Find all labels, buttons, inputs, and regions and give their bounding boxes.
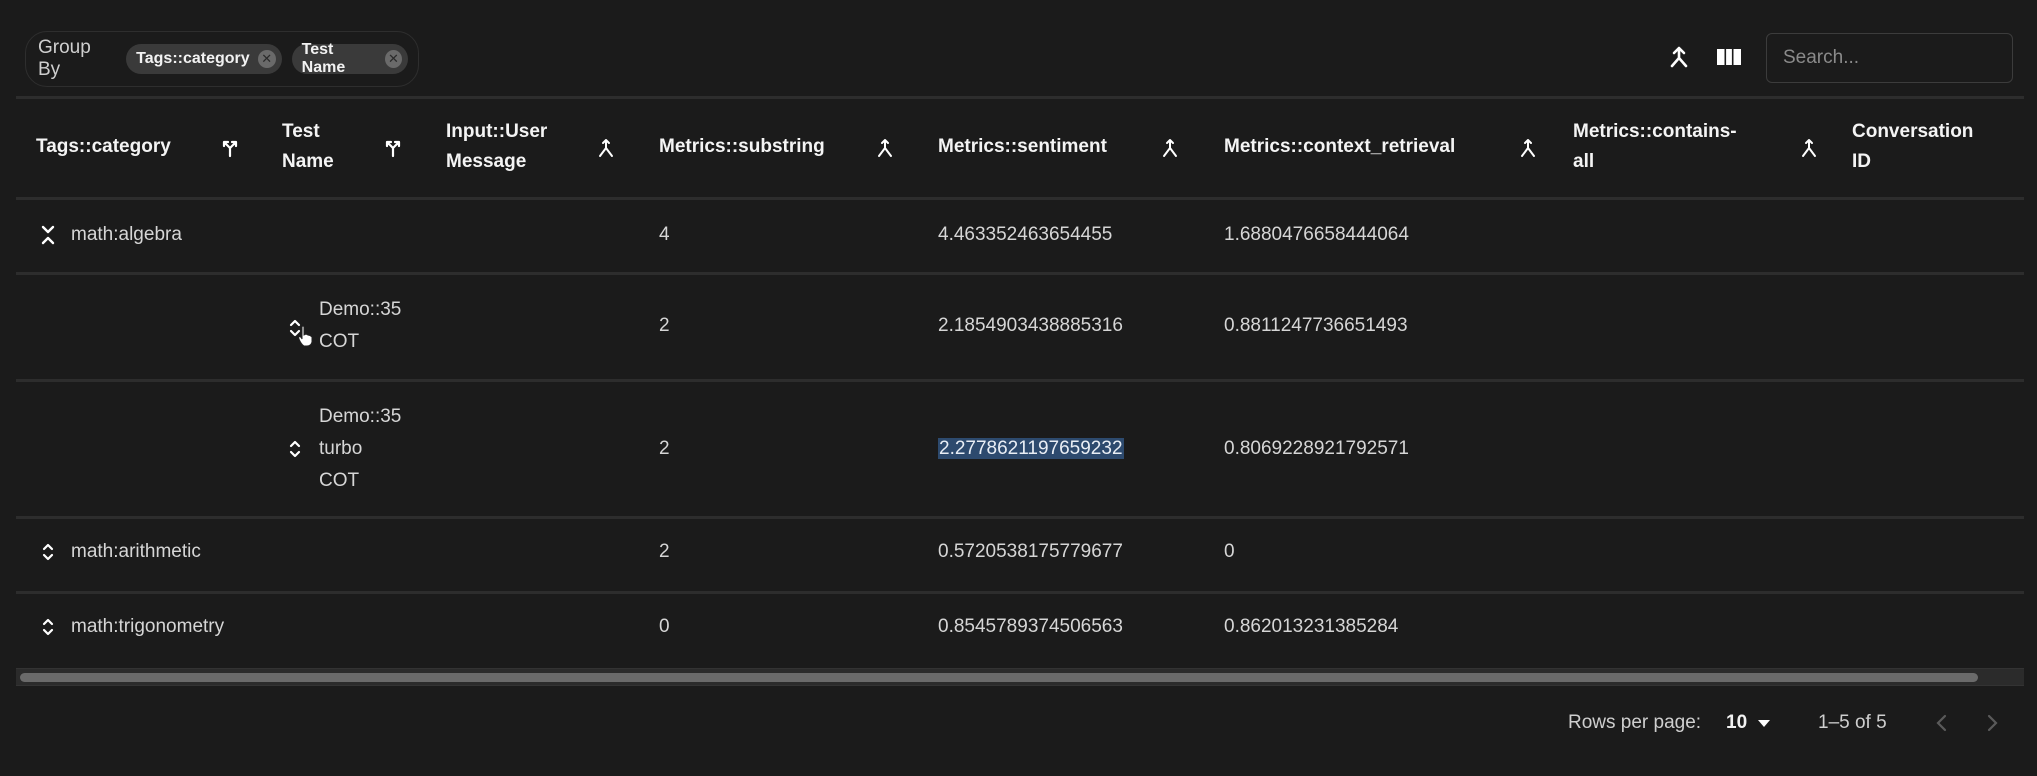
divider <box>16 96 2024 99</box>
header-label: Tags::category <box>36 136 171 157</box>
group-icon[interactable] <box>875 138 895 158</box>
column-header-metrics-substring[interactable]: Metrics::substring <box>659 132 825 162</box>
cell-sentiment: 4.463352463654455 <box>938 224 1113 245</box>
column-header-test-name[interactable]: Test Name <box>282 117 334 177</box>
cell-context-retrieval: 0.8811247736651493 <box>1224 315 1408 336</box>
group-value-line: Demo::35 <box>319 406 402 427</box>
group-value: math:trigonometry <box>71 616 225 637</box>
cell-substring: 2 <box>659 315 670 336</box>
group-by-chip-tags-category[interactable]: Tags::category ✕ <box>126 44 282 74</box>
cell-substring: 0 <box>659 616 670 637</box>
divider <box>16 272 2024 275</box>
column-header-tags-category[interactable]: Tags::category <box>36 132 171 162</box>
divider <box>16 197 2024 200</box>
header-label: Test <box>282 121 320 142</box>
cell-sentiment: 2.2778621197659232 <box>938 433 1124 465</box>
remove-chip-icon[interactable]: ✕ <box>385 50 402 68</box>
collapse-icon[interactable] <box>40 224 56 246</box>
expand-icon[interactable] <box>40 616 56 638</box>
group-icon[interactable] <box>1160 138 1180 158</box>
next-page-button[interactable] <box>1985 705 1999 741</box>
horizontal-scrollbar[interactable] <box>16 668 2024 686</box>
toolbar: Group By Tags::category ✕ Test Name ✕ <box>0 0 2037 96</box>
ungroup-icon[interactable] <box>383 138 403 158</box>
group-by-bar: Group By Tags::category ✕ Test Name ✕ <box>25 31 419 87</box>
group-by-chip-test-name[interactable]: Test Name ✕ <box>291 41 408 76</box>
chevron-left-icon <box>1936 714 1947 732</box>
expand-icon[interactable] <box>287 438 303 460</box>
header-label: all <box>1573 151 1595 172</box>
header-label: Input::User <box>446 121 548 142</box>
cell-substring: 2 <box>659 541 670 562</box>
pagination-range: 1–5 of 5 <box>1818 712 1887 733</box>
header-label: Message <box>446 151 527 172</box>
column-header-input-user-message[interactable]: Input::User Message <box>446 117 547 177</box>
divider <box>16 379 2024 382</box>
search-input[interactable] <box>1766 33 2013 83</box>
ungroup-icon[interactable] <box>220 138 240 158</box>
caret-down-icon <box>1757 712 1771 734</box>
column-header-metrics-context-retrieval[interactable]: Metrics::context_retrieval <box>1224 132 1455 162</box>
group-icon[interactable] <box>596 138 616 158</box>
header-label: Name <box>282 151 334 172</box>
column-header-conversation-id[interactable]: Conversation ID <box>1852 117 1973 177</box>
group-value: math:arithmetic <box>71 541 201 562</box>
group-icon[interactable] <box>1799 138 1819 158</box>
header-label: ID <box>1852 151 1871 172</box>
cell-context-retrieval: 1.6880476658444064 <box>1224 224 1409 245</box>
rows-per-page-label: Rows per page: <box>1568 712 1702 733</box>
group-value-line: COT <box>319 331 360 352</box>
divider <box>16 516 2024 519</box>
group-value-line: Demo::35 <box>319 299 402 320</box>
column-header-metrics-contains-all[interactable]: Metrics::contains- all <box>1573 117 1737 177</box>
cell-context-retrieval: 0.8069228921792571 <box>1224 438 1409 459</box>
header-label: Metrics::context_retrieval <box>1224 136 1456 157</box>
group-value: Demo::35 COT <box>319 294 401 358</box>
rows-per-page-value: 10 <box>1726 712 1748 733</box>
chip-label: Test Name <box>301 41 346 76</box>
cell-substring: 4 <box>659 224 670 245</box>
cell-context-retrieval: 0 <box>1224 541 1235 562</box>
cell-sentiment: 2.1854903438885316 <box>938 315 1123 336</box>
cell-sentiment: 0.8545789374506563 <box>938 616 1123 637</box>
header-label: Metrics::contains- <box>1573 121 1737 142</box>
divider <box>16 591 2024 594</box>
group-icon[interactable] <box>1518 138 1538 158</box>
view-columns-icon[interactable] <box>1716 44 1742 70</box>
previous-page-button[interactable] <box>1935 705 1949 741</box>
scrollbar-thumb[interactable] <box>20 673 1978 682</box>
group-by-label: Group By <box>38 37 91 80</box>
cell-substring: 2 <box>659 438 670 459</box>
group-value: Demo::35 turbo COT <box>319 401 401 497</box>
group-value: math:algebra <box>71 224 182 245</box>
chip-label: Tags::category <box>136 50 250 67</box>
hand-cursor-icon <box>297 325 315 347</box>
chevron-right-icon <box>1987 714 1998 732</box>
header-label: Metrics::sentiment <box>938 136 1107 157</box>
remove-chip-icon[interactable]: ✕ <box>257 50 276 68</box>
expand-icon[interactable] <box>40 541 56 563</box>
selected-text[interactable]: 2.2778621197659232 <box>938 438 1124 459</box>
merge-icon[interactable] <box>1666 44 1692 70</box>
group-value-line: COT <box>319 470 360 491</box>
group-value-line: turbo <box>319 438 363 459</box>
cell-sentiment: 0.5720538175779677 <box>938 541 1123 562</box>
header-label: Conversation <box>1852 121 1974 142</box>
column-header-metrics-sentiment[interactable]: Metrics::sentiment <box>938 132 1107 162</box>
cell-context-retrieval: 0.862013231385284 <box>1224 616 1399 637</box>
rows-per-page-select[interactable]: 10 <box>1726 705 1771 741</box>
header-label: Metrics::substring <box>659 136 825 157</box>
